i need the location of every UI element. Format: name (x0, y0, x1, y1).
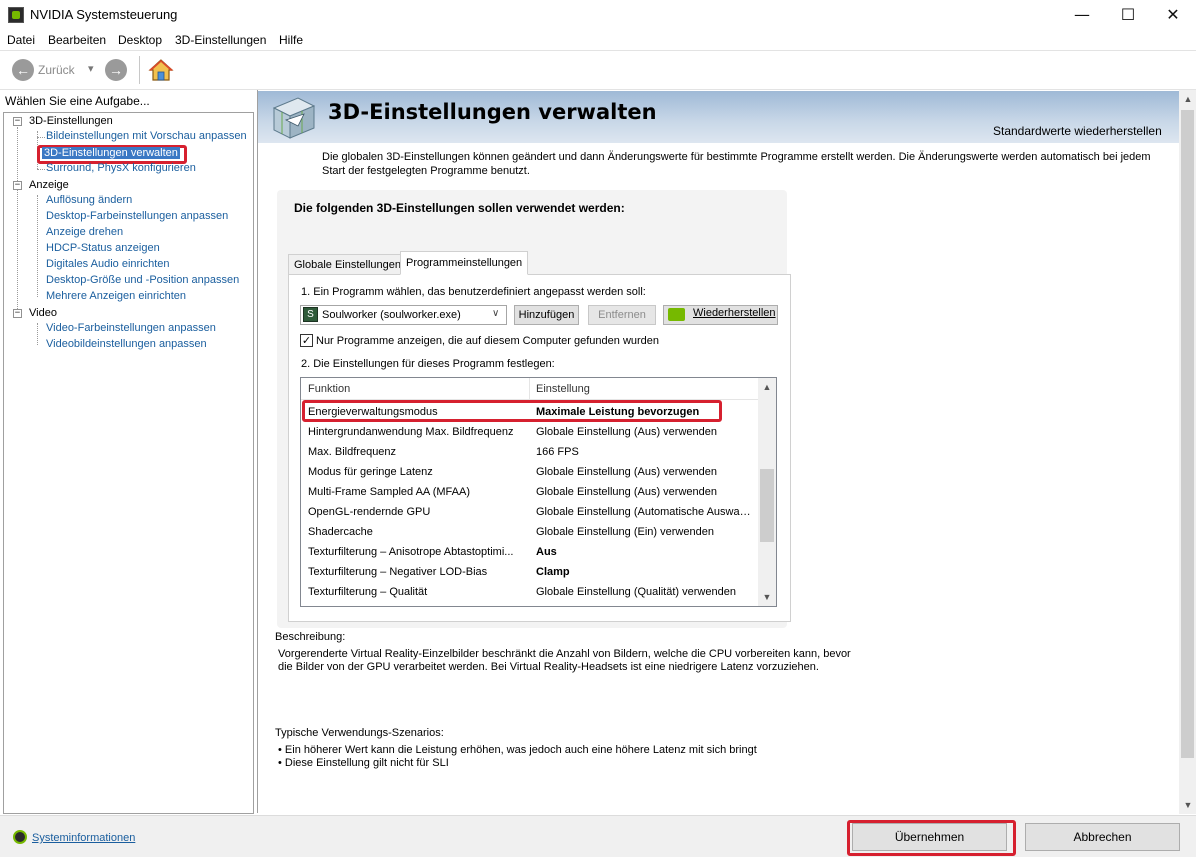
table-row-setting[interactable]: Clamp (536, 566, 570, 578)
nvidia-eye-icon (668, 308, 685, 321)
column-header-funktion[interactable]: Funktion (308, 383, 350, 395)
table-row-setting[interactable]: Maximale Leistung bevorzugen (536, 406, 699, 418)
history-dropdown-icon[interactable]: ▾ (88, 62, 94, 75)
column-header-einstellung[interactable]: Einstellung (536, 383, 590, 395)
table-row-setting[interactable]: Globale Einstellung (Aus) verwenden (536, 486, 717, 498)
remove-program-button[interactable]: Entfernen (588, 305, 656, 325)
sidebar-item-videobild[interactable]: Videobildeinstellungen anpassen (46, 338, 207, 350)
usage-scenarios-label: Typische Verwendungs-Szenarios: (275, 727, 444, 739)
description-label: Beschreibung: (275, 631, 346, 643)
table-row-function[interactable]: Texturfilterung – Anisotrope Abtastoptim… (308, 546, 513, 558)
sidebar-item-video-farbe[interactable]: Video-Farbeinstellungen anpassen (46, 322, 216, 334)
description-text: Vorgerenderte Virtual Reality-Einzelbild… (278, 648, 851, 673)
window-title: NVIDIA Systemsteuerung (30, 7, 178, 22)
menu-datei[interactable]: Datei (7, 33, 35, 47)
sidebar-item-anzeige-drehen[interactable]: Anzeige drehen (46, 226, 123, 238)
table-row-function[interactable]: Multi-Frame Sampled AA (MFAA) (308, 486, 470, 498)
table-row-function[interactable]: Texturfilterung – Negativer LOD-Bias (308, 566, 487, 578)
table-row-setting[interactable]: Globale Einstellung (Ein) verwenden (536, 526, 714, 538)
title-bar (0, 0, 1196, 30)
tree-category-video[interactable]: Video (29, 307, 57, 319)
table-row-setting[interactable]: Globale Einstellung (Automatische Auswah… (536, 506, 754, 518)
program-icon: S (303, 307, 318, 322)
scroll-up-icon[interactable]: ▲ (758, 382, 776, 392)
add-program-button[interactable]: Hinzufügen (514, 305, 579, 325)
tree-branch (37, 137, 45, 138)
sidebar-item-hdcp-status[interactable]: HDCP-Status anzeigen (46, 242, 160, 254)
apply-button[interactable]: Übernehmen (852, 823, 1007, 851)
minimize-button[interactable]: — (1059, 0, 1105, 30)
checkbox-label: Nur Programme anzeigen, die auf diesem C… (316, 335, 660, 347)
system-info-link[interactable]: Systeminformationen (32, 832, 135, 844)
page-title: 3D-Einstellungen verwalten (328, 100, 657, 124)
home-icon[interactable] (148, 58, 174, 82)
restore-program-label: Wiederherstellen (693, 307, 776, 319)
content-scrollbar-thumb[interactable] (1181, 110, 1194, 758)
usage-item: • Diese Einstellung gilt nicht für SLI (278, 757, 449, 769)
toolbar-separator (139, 56, 140, 84)
table-row-setting[interactable]: Globale Einstellung (Aus) verwenden (536, 426, 717, 438)
cancel-button[interactable]: Abbrechen (1025, 823, 1180, 851)
toolbar (0, 50, 1196, 90)
task-pane-header: Wählen Sie eine Aufgabe... (5, 94, 150, 108)
table-row-setting[interactable]: 166 FPS (536, 446, 579, 458)
collapse-video-icon[interactable]: − (13, 309, 22, 318)
forward-arrow-icon[interactable]: → (105, 59, 127, 81)
3d-cube-icon (272, 97, 316, 139)
step1-label: 1. Ein Programm wählen, das benutzerdefi… (301, 286, 646, 298)
table-row-function[interactable]: Energieverwaltungsmodus (308, 406, 438, 418)
table-row-function[interactable]: Hintergrundanwendung Max. Bildfrequenz (308, 426, 513, 438)
tree-category-3d[interactable]: 3D-Einstellungen (29, 115, 113, 127)
show-found-programs-checkbox[interactable]: ✓ (300, 334, 313, 347)
table-row-function[interactable]: Texturfilterung – Qualität (308, 586, 427, 598)
table-row-function[interactable]: Shadercache (308, 526, 373, 538)
footer-bar (0, 815, 1196, 857)
sidebar-item-3d-einstellungen-verwalten[interactable]: 3D-Einstellungen verwalten (42, 147, 180, 159)
menu-bearbeiten[interactable]: Bearbeiten (48, 33, 106, 47)
content-scroll-up-icon[interactable]: ▲ (1179, 94, 1196, 104)
table-row-function[interactable]: Max. Bildfrequenz (308, 446, 396, 458)
sidebar-item-aufloesung[interactable]: Auflösung ändern (46, 194, 132, 206)
tab-globale-einstellungen[interactable]: Globale Einstellungen (288, 254, 408, 275)
sidebar-item-mehrere-anzeigen[interactable]: Mehrere Anzeigen einrichten (46, 290, 186, 302)
sidebar-item-digitales-audio[interactable]: Digitales Audio einrichten (46, 258, 170, 270)
usage-item: • Ein höherer Wert kann die Leistung erh… (278, 744, 757, 756)
maximize-button[interactable]: ☐ (1105, 0, 1151, 30)
back-button-label[interactable]: Zurück (38, 63, 75, 77)
table-scrollbar-thumb[interactable] (760, 469, 774, 542)
table-row-function[interactable]: OpenGL-rendernde GPU (308, 506, 430, 518)
tree-branch (37, 169, 45, 170)
content-scroll-down-icon[interactable]: ▼ (1179, 800, 1196, 810)
back-arrow-icon[interactable]: ← (12, 59, 34, 81)
settings-group-title: Die folgenden 3D-Einstellungen sollen ve… (294, 201, 625, 215)
program-select-value: Soulworker (soulworker.exe) (322, 309, 461, 321)
sidebar-item-bildeinstellungen[interactable]: Bildeinstellungen mit Vorschau anpassen (46, 130, 247, 142)
collapse-anzeige-icon[interactable]: − (13, 181, 22, 190)
scroll-down-icon[interactable]: ▼ (758, 592, 776, 602)
menu-hilfe[interactable]: Hilfe (279, 33, 303, 47)
step2-label: 2. Die Einstellungen für dieses Programm… (301, 358, 555, 370)
table-row-setting[interactable]: Globale Einstellung (Qualität) verwenden (536, 586, 736, 598)
tree-guide-video (37, 323, 38, 345)
tree-category-anzeige[interactable]: Anzeige (29, 179, 69, 191)
intro-text: Die globalen 3D-Einstellungen können geä… (322, 151, 1151, 177)
system-info-icon (13, 830, 27, 844)
nvidia-app-icon (8, 7, 24, 23)
tab-programmeinstellungen[interactable]: Programmeinstellungen (400, 251, 529, 275)
restore-defaults-link[interactable]: Standardwerte wiederherstellen (993, 124, 1162, 138)
table-row-setting[interactable]: Globale Einstellung (Aus) verwenden (536, 466, 717, 478)
table-row-setting[interactable]: Aus (536, 546, 557, 558)
column-separator (529, 378, 530, 400)
table-row-function[interactable]: Modus für geringe Latenz (308, 466, 433, 478)
tree-guide-anzeige (37, 195, 38, 297)
menu-desktop[interactable]: Desktop (118, 33, 162, 47)
tree-guide-root (17, 127, 18, 315)
menu-3d-einstellungen[interactable]: 3D-Einstellungen (175, 33, 266, 47)
sidebar-item-desktop-farbe[interactable]: Desktop-Farbeinstellungen anpassen (46, 210, 228, 222)
collapse-3d-icon[interactable]: − (13, 117, 22, 126)
close-button[interactable]: ✕ (1150, 0, 1196, 30)
chevron-down-icon[interactable]: ∨ (492, 308, 499, 319)
sidebar-item-surround-physx[interactable]: Surround, PhysX konfigurieren (46, 162, 196, 174)
sidebar-item-desktop-groesse[interactable]: Desktop-Größe und -Position anpassen (46, 274, 239, 286)
